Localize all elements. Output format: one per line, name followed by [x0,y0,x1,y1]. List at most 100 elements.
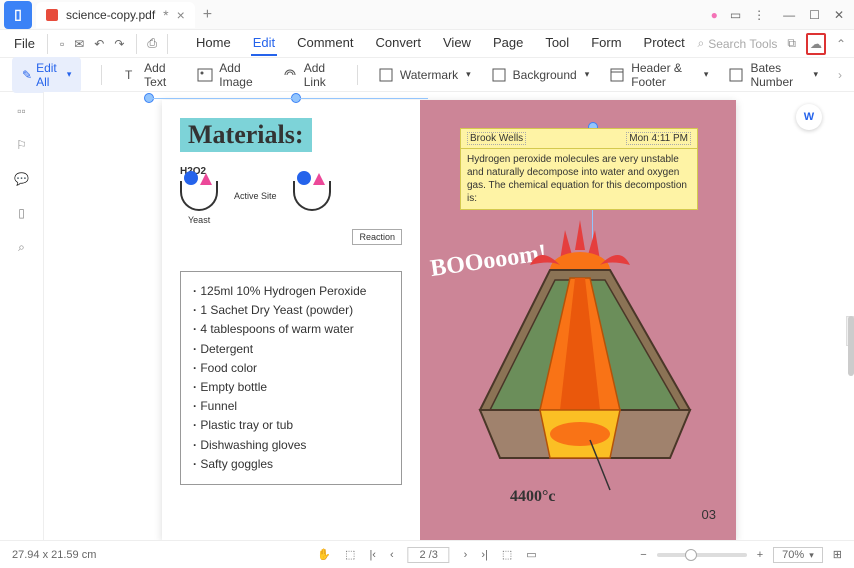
edit-all-button[interactable]: ✎ Edit All▾ [12,57,81,93]
statusbar: 27.94 x 21.59 cm ✋ ⬚ |‹ ‹ 2 /3 › ›| ⬚ ▭ … [0,540,854,568]
bates-icon [728,67,744,83]
app-icon: ▯ [4,1,32,29]
new-tab-button[interactable]: + [195,6,220,24]
material-item: 4 tablespoons of warm water [193,320,389,339]
attachment-icon[interactable]: ▯ [18,206,25,220]
watermark-icon [378,67,394,83]
document: Materials: H2O2 Active Site Yeast Reacti… [162,100,736,540]
tab-protect[interactable]: Protect [642,31,687,56]
page-input[interactable]: 2 /3 [408,547,450,563]
material-item: Food color [193,359,389,378]
dimensions-label: 27.94 x 21.59 cm [12,549,96,561]
page-left: Materials: H2O2 Active Site Yeast Reacti… [162,100,420,540]
maximize-icon[interactable]: ☐ [809,8,820,22]
canvas[interactable]: Materials: H2O2 Active Site Yeast Reacti… [44,92,854,540]
bates-number-button[interactable]: Bates Number▾ [728,61,818,89]
link-icon [282,67,298,83]
material-item: Dishwashing gloves [193,436,389,455]
tab-convert[interactable]: Convert [373,31,423,56]
material-item: Plastic tray or tub [193,416,389,435]
close-tab-icon[interactable]: × [177,7,185,23]
text-icon: T [122,67,138,83]
minimize-icon[interactable]: — [783,8,795,22]
materials-list: 125ml 10% Hydrogen Peroxide1 Sachet Dry … [180,271,402,485]
zoom-slider[interactable] [657,553,747,557]
add-link-button[interactable]: Add Link [282,61,337,89]
material-item: 1 Sachet Dry Yeast (powder) [193,301,389,320]
add-text-button[interactable]: T Add Text [122,61,177,89]
volcano-illustration [440,210,720,500]
document-tab[interactable]: science-copy.pdf * × [36,2,195,28]
fit-page-icon[interactable]: ▭ [526,548,536,561]
hand-tool-icon[interactable]: ✋ [317,548,331,561]
tab-edit[interactable]: Edit [251,31,277,56]
zoom-in-icon[interactable]: + [757,549,763,561]
add-image-button[interactable]: Add Image [197,61,261,89]
file-menu[interactable]: File [8,32,41,55]
svg-text:T: T [125,68,133,82]
zoom-out-icon[interactable]: − [640,549,646,561]
main-tabs: Home Edit Comment Convert View Page Tool Form Pr… [194,31,687,56]
comment-nav-icon[interactable]: 💬 [14,172,29,186]
print-icon[interactable]: ⎙ [143,36,161,51]
bookmark-icon[interactable]: ⚐ [16,138,27,152]
toolbar-next-icon[interactable]: › [838,68,842,82]
pdf-icon [46,9,58,21]
tab-view[interactable]: View [441,31,473,56]
cloud-upload-icon[interactable]: ☁ [806,33,826,55]
tab-home[interactable]: Home [194,31,233,56]
material-item: Funnel [193,397,389,416]
kebab-icon[interactable]: ⋮ [753,8,765,22]
scrollbar[interactable] [848,316,854,376]
left-nav: ▫▫ ⚐ 💬 ▯ ⌕ [0,92,44,540]
last-page-icon[interactable]: ›| [481,549,488,561]
image-icon [197,67,213,83]
fullscreen-icon[interactable]: ⊞ [833,548,842,561]
background-icon [491,67,507,83]
background-button[interactable]: Background▾ [491,67,590,83]
collapse-icon[interactable]: ⌃ [836,37,846,51]
prev-page-icon[interactable]: ‹ [390,549,394,561]
tab-comment[interactable]: Comment [295,31,355,56]
undo-icon[interactable]: ↶ [94,37,104,51]
search-tools[interactable]: ⌕ Search Tools [697,36,777,51]
tab-tool[interactable]: Tool [543,31,571,56]
message-icon[interactable]: ▭ [730,8,741,22]
search-icon: ⌕ [697,36,704,51]
pencil-icon: ✎ [22,68,32,82]
mail-icon[interactable]: ✉ [74,37,84,51]
titlebar: ▯ science-copy.pdf * × + ● ▭ ⋮ — ☐ ✕ [0,0,854,30]
page-number: 03 [702,507,716,522]
tab-star-icon[interactable]: * [163,7,168,23]
materials-heading: Materials: [180,118,312,152]
close-window-icon[interactable]: ✕ [834,8,844,22]
comment-text: Hydrogen peroxide molecules are very uns… [461,149,697,209]
header-footer-icon [609,67,625,83]
next-page-icon[interactable]: › [464,549,468,561]
material-item: Empty bottle [193,378,389,397]
save-icon[interactable]: ▫ [60,37,64,51]
material-item: Detergent [193,340,389,359]
workspace: ▫▫ ⚐ 💬 ▯ ⌕ ▸ Materials: H2O2 Active Site [0,92,854,540]
header-footer-button[interactable]: Header & Footer▾ [609,61,708,89]
material-item: 125ml 10% Hydrogen Peroxide [193,282,389,301]
redo-icon[interactable]: ↷ [114,37,124,51]
zoom-level[interactable]: 70% ▾ [773,547,823,563]
page-right: Brook Wells Mon 4:11 PM Hydrogen peroxid… [420,100,736,540]
first-page-icon[interactable]: |‹ [369,549,376,561]
fit-width-icon[interactable]: ⬚ [502,548,512,561]
tab-page[interactable]: Page [491,31,525,56]
comment-annotation[interactable]: Brook Wells Mon 4:11 PM Hydrogen peroxid… [460,128,698,210]
comment-time: Mon 4:11 PM [626,132,691,145]
heart-icon[interactable]: ● [711,8,718,22]
thumbnails-icon[interactable]: ▫▫ [17,104,26,118]
tab-form[interactable]: Form [589,31,623,56]
tab-title: science-copy.pdf [66,8,155,22]
select-tool-icon[interactable]: ⬚ [345,548,355,561]
search-nav-icon[interactable]: ⌕ [18,240,25,255]
external-icon[interactable]: ⧉ [787,36,796,51]
material-item: Safty goggles [193,455,389,474]
menubar: File ▫ ✉ ↶ ↷ ⎙ Home Edit Comment Convert Vie… [0,30,854,58]
word-badge-icon[interactable]: W [796,104,822,130]
watermark-button[interactable]: Watermark▾ [378,67,471,83]
